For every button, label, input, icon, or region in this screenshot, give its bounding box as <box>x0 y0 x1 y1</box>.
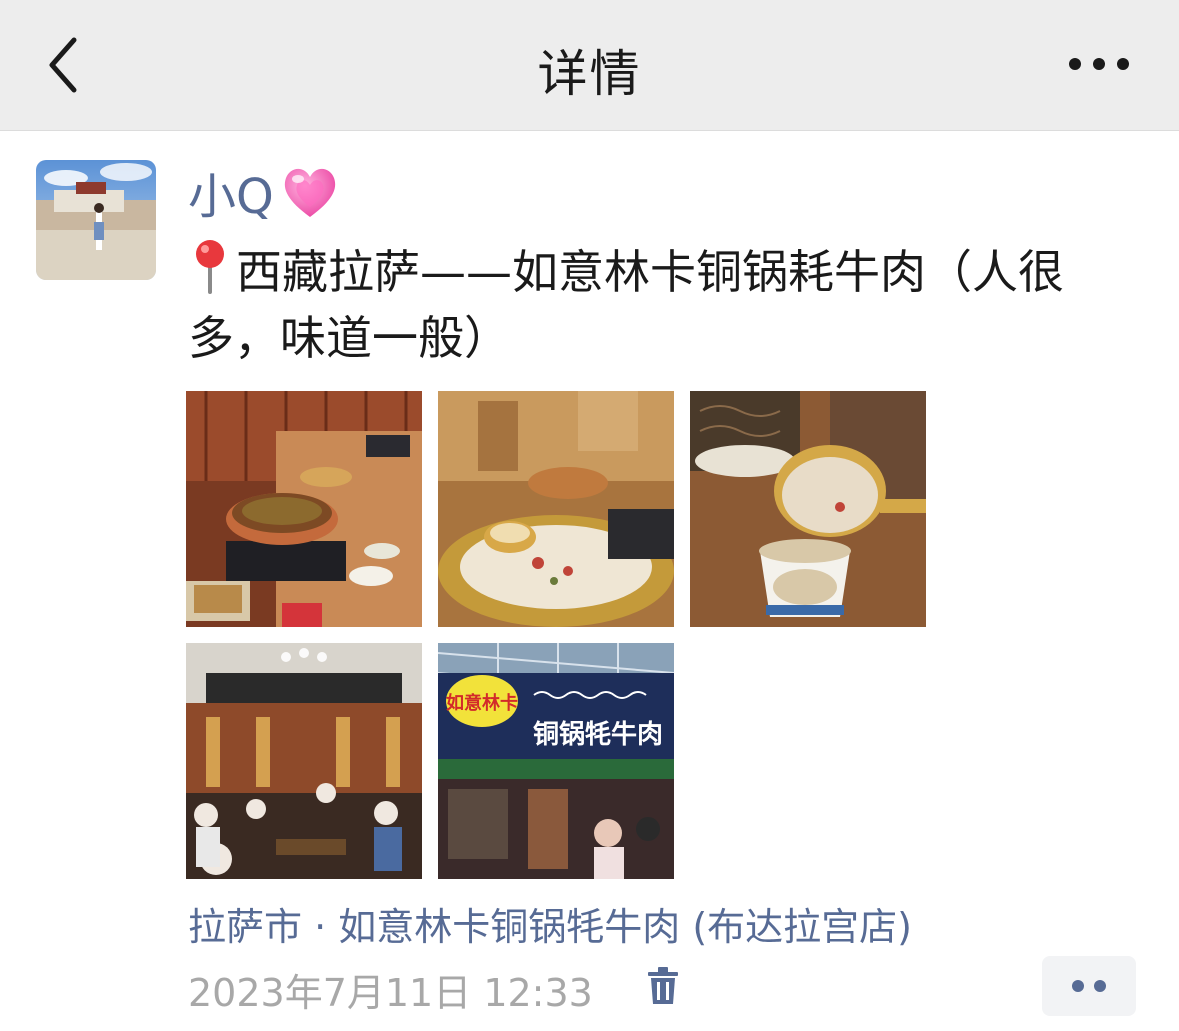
location-link[interactable]: 拉萨市 · 如意林卡铜锅牦牛肉 (布达拉宫店) <box>188 896 912 951</box>
post-content: 西藏拉萨——如意林卡铜锅耗牛肉（人很多，味道一般） <box>188 238 1138 371</box>
avatar[interactable] <box>36 160 156 280</box>
username-text[interactable]: 小Q <box>188 157 274 227</box>
navigation-bar: 详情 <box>0 0 1179 131</box>
post-timestamp: 2023年7月11日 12:33 <box>188 971 593 1015</box>
storefront-banner-text: 铜锅牦牛肉 <box>533 720 663 750</box>
photo-hotpot-table[interactable] <box>186 391 422 627</box>
pushpin-emoji <box>196 240 224 294</box>
photo-butter-tea[interactable] <box>690 391 926 627</box>
post-text: 西藏拉萨——如意林卡铜锅耗牛肉（人很多，味道一般） <box>188 245 1064 365</box>
page-title: 详情 <box>537 45 642 103</box>
comment-more-icon <box>1072 980 1106 992</box>
photo-copper-pot-closeup[interactable] <box>438 391 674 627</box>
comment-more-button[interactable] <box>1042 956 1136 1016</box>
more-horizontal-icon[interactable] <box>1067 54 1131 74</box>
photo-restaurant-interior[interactable] <box>186 643 422 879</box>
storefront-sign-text: 如意林卡 <box>446 692 518 714</box>
post-author[interactable]: 小Q <box>188 157 340 227</box>
photo-restaurant-storefront[interactable]: 如意林卡 铜锅牦牛肉 <box>438 643 674 879</box>
trash-icon[interactable] <box>646 966 680 1006</box>
pink-heart-emoji <box>284 168 335 217</box>
